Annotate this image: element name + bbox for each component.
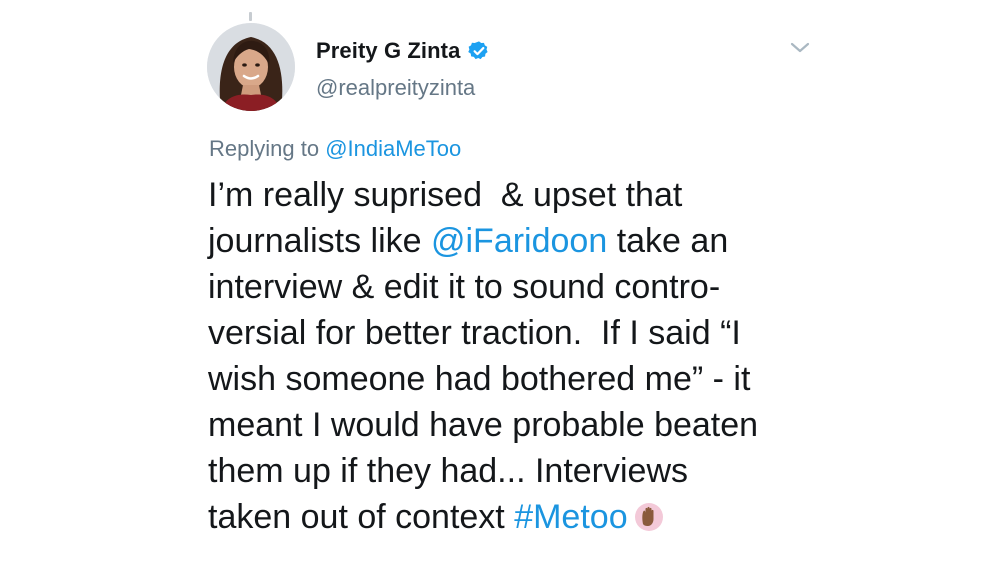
tweet-text-line: journalists like @iFaridoon take an bbox=[208, 218, 828, 264]
tweet-text-line: interview & edit it to sound contro- bbox=[208, 264, 828, 310]
tweet-text-segment: take an bbox=[607, 222, 729, 260]
tweet-card: Preity G Zinta @realpreityzinta Replying… bbox=[0, 0, 1000, 565]
tweet-text-segment: journalists like bbox=[208, 222, 431, 260]
tweet-text-line: versial for better traction. If I said “… bbox=[208, 310, 828, 356]
avatar[interactable] bbox=[207, 23, 295, 111]
hashtag-link[interactable]: #Metoo bbox=[514, 498, 627, 536]
mention-link[interactable]: @iFaridoon bbox=[431, 222, 607, 260]
tweet-text: I’m really suprised & upset that journali… bbox=[208, 172, 828, 540]
reply-mention-link[interactable]: @IndiaMeToo bbox=[325, 136, 461, 161]
author-name-row: Preity G Zinta bbox=[316, 38, 490, 64]
tweet-text-segment: taken out of context bbox=[208, 498, 515, 536]
display-name[interactable]: Preity G Zinta bbox=[316, 38, 460, 64]
tweet-text-segment: meant I would have probable beaten bbox=[208, 406, 759, 444]
tweet-text-line: I’m really suprised & upset that bbox=[208, 172, 828, 218]
raised-hand-emoji-icon bbox=[634, 498, 664, 531]
tweet-text-line: taken out of context #Metoo bbox=[208, 494, 828, 540]
tweet-text-segment: wish someone had bothered me” - it bbox=[208, 360, 751, 398]
replying-to: Replying to @IndiaMeToo bbox=[209, 136, 461, 162]
tweet-text-segment: I’m really suprised & upset that bbox=[208, 176, 683, 214]
tweet-text-line: them up if they had... Interviews bbox=[208, 448, 828, 494]
chevron-down-icon[interactable] bbox=[789, 40, 811, 56]
tweet-text-line: meant I would have probable beaten bbox=[208, 402, 828, 448]
replying-prefix: Replying to bbox=[209, 136, 326, 161]
tweet-text-segment: them up if they had... Interviews bbox=[208, 452, 689, 490]
author-handle[interactable]: @realpreityzinta bbox=[316, 75, 475, 101]
tweet-text-segment: versial for better traction. If I said “… bbox=[208, 314, 741, 352]
verified-badge-icon bbox=[468, 40, 490, 62]
tweet-text-segment: interview & edit it to sound contro- bbox=[208, 268, 721, 306]
thread-line bbox=[249, 12, 252, 21]
tweet-text-line: wish someone had bothered me” - it bbox=[208, 356, 828, 402]
